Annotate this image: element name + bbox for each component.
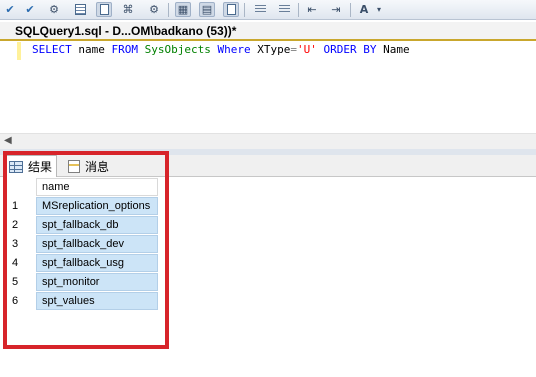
- messages-icon: [68, 159, 80, 173]
- column-header-name[interactable]: name: [36, 178, 158, 196]
- sql-token-plain: name: [71, 43, 112, 56]
- debug-icon[interactable]: ⚙: [46, 2, 62, 17]
- tab-results-label: 结果: [28, 160, 53, 174]
- sql-token-kw: Where: [217, 43, 251, 56]
- editor-horizontal-scrollbar[interactable]: ◀: [0, 133, 536, 149]
- indent-icon[interactable]: ⇥: [328, 2, 344, 17]
- row-number[interactable]: 4: [8, 254, 36, 273]
- toolbar-separator: [244, 3, 245, 17]
- grid-icon: [9, 160, 23, 173]
- toolbar-separator: [298, 3, 299, 17]
- change-marker: [17, 42, 21, 60]
- comment-icon[interactable]: [252, 2, 268, 17]
- table-cell[interactable]: spt_fallback_dev: [36, 235, 158, 253]
- results-text-icon[interactable]: ▤: [199, 2, 215, 17]
- uncomment-icon[interactable]: [276, 2, 292, 17]
- table-cell[interactable]: MSreplication_options: [36, 197, 158, 215]
- sql-token-obj: SysObjects: [144, 43, 211, 56]
- results-file-icon[interactable]: [223, 2, 239, 17]
- table-cell[interactable]: spt_fallback_db: [36, 216, 158, 234]
- check-icon[interactable]: ✔: [2, 2, 18, 17]
- table-cell[interactable]: spt_fallback_usg: [36, 254, 158, 272]
- specify-values-icon[interactable]: A: [356, 2, 372, 17]
- sql-token-kw: FROM: [111, 43, 139, 56]
- row-number[interactable]: 5: [8, 273, 36, 292]
- row-number[interactable]: 2: [8, 216, 36, 235]
- results-tab-strip: 结果 消息: [0, 155, 536, 177]
- tab-messages-label: 消息: [85, 159, 110, 174]
- sql-token-kw: ORDER BY: [323, 43, 377, 56]
- table-cell[interactable]: spt_values: [36, 292, 158, 310]
- display-plan-icon[interactable]: ⌘: [120, 2, 136, 17]
- scroll-left-icon[interactable]: ◀: [4, 135, 12, 146]
- sql-token-gray: =: [290, 43, 297, 56]
- sql-token-kw: SELECT: [32, 43, 72, 56]
- results-to-grid-icon[interactable]: [72, 2, 88, 17]
- row-number[interactable]: 1: [8, 197, 36, 216]
- table-cell[interactable]: spt_monitor: [36, 273, 158, 291]
- toolbar-separator: [168, 3, 169, 17]
- tab-results[interactable]: 结果: [4, 155, 58, 177]
- query-toolbar: ✔ ✔ ⚙ ⌘ ⚙ ▦ ▤ ⇤ ⇥ A ▾: [0, 0, 536, 20]
- sql-token-plain: Name: [376, 43, 410, 56]
- sql-token-plain: XType: [250, 43, 291, 56]
- row-number[interactable]: 3: [8, 235, 36, 254]
- results-to-file-icon[interactable]: [96, 2, 112, 17]
- toolbar-overflow-icon[interactable]: ▾: [374, 2, 384, 17]
- check-doc-icon[interactable]: ✔: [22, 2, 38, 17]
- toolbar-separator: [350, 3, 351, 17]
- sql-token-str: 'U': [296, 43, 317, 56]
- query-options-icon[interactable]: ⚙: [146, 2, 162, 17]
- results-grid-icon[interactable]: ▦: [175, 2, 191, 17]
- outdent-icon[interactable]: ⇤: [304, 2, 320, 17]
- tab-messages[interactable]: 消息: [64, 155, 113, 177]
- row-number[interactable]: 6: [8, 292, 36, 311]
- sql-query-line[interactable]: SELECT name FROM SysObjects Where XType=…: [32, 43, 410, 57]
- query-tab-title: SQLQuery1.sql - D...OM\badkano (53))*: [15, 24, 237, 38]
- query-document-tab[interactable]: SQLQuery1.sql - D...OM\badkano (53))*: [0, 22, 536, 41]
- sql-token-plain: [138, 43, 145, 56]
- sql-editor[interactable]: SELECT name FROM SysObjects Where XType=…: [0, 41, 536, 133]
